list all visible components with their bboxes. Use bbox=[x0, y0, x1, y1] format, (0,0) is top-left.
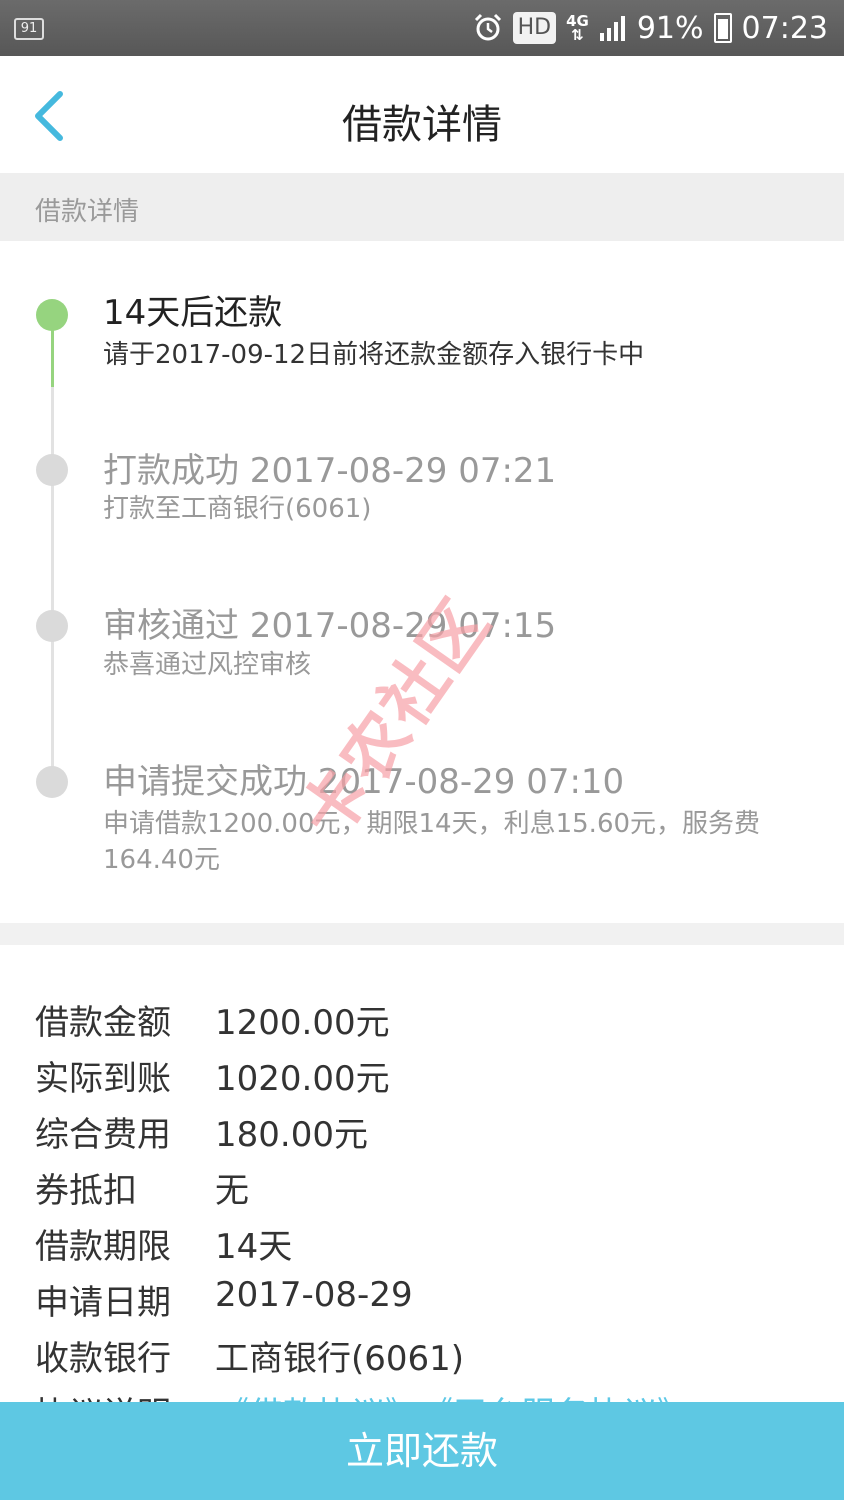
timeline-title: 审核通过 2017-08-29 07:15 bbox=[103, 606, 557, 646]
detail-label: 综合费用 bbox=[35, 1115, 171, 1155]
detail-value: 2017-08-29 bbox=[215, 1275, 413, 1315]
timeline-title: 申请提交成功 2017-08-29 07:10 bbox=[103, 762, 625, 802]
detail-label: 收款银行 bbox=[35, 1339, 171, 1379]
alarm-icon bbox=[474, 13, 501, 41]
timeline-title: 14天后还款 bbox=[103, 293, 283, 333]
repay-now-button[interactable]: 立即还款 bbox=[0, 1402, 844, 1500]
detail-value: 180.00元 bbox=[215, 1115, 368, 1155]
notification-badge: 91 bbox=[14, 18, 44, 40]
section-header: 借款详情 bbox=[0, 173, 844, 241]
timeline-dot-active bbox=[36, 299, 68, 331]
divider bbox=[0, 923, 844, 945]
timeline-dot bbox=[36, 766, 68, 798]
loan-details: 借款金额 1200.00元 实际到账 1020.00元 综合费用 180.00元… bbox=[0, 945, 844, 1402]
timeline-desc: 申请借款1200.00元，期限14天，利息15.60元，服务费164.40元 bbox=[103, 809, 761, 875]
detail-label: 借款期限 bbox=[35, 1227, 171, 1267]
timeline-desc: 请于2017-09-12日前将还款金额存入银行卡中 bbox=[103, 340, 645, 370]
detail-label: 借款金额 bbox=[35, 1003, 171, 1043]
agreement-links[interactable]: 《借款协议》、《平台服务协议》 bbox=[215, 1387, 691, 1402]
signal-icon bbox=[599, 16, 625, 41]
detail-label: 申请日期 bbox=[35, 1283, 171, 1323]
nav-bar: 借款详情 bbox=[0, 56, 844, 173]
detail-value: 无 bbox=[215, 1171, 249, 1211]
timeline-dot bbox=[36, 610, 68, 642]
detail-label: 实际到账 bbox=[35, 1059, 171, 1099]
detail-value: 工商银行(6061) bbox=[215, 1339, 465, 1379]
detail-label: 券抵扣 bbox=[35, 1171, 137, 1211]
hd-badge: HD bbox=[512, 12, 557, 44]
timeline-title: 打款成功 2017-08-29 07:21 bbox=[103, 451, 557, 491]
timeline-dot bbox=[36, 454, 68, 486]
section-header-label: 借款详情 bbox=[35, 197, 140, 227]
detail-value: 1020.00元 bbox=[215, 1059, 390, 1099]
status-bar: 91 HD 4G ⇅ 91% 07:23 bbox=[0, 0, 844, 56]
detail-value: 14天 bbox=[215, 1227, 293, 1267]
page-title: 借款详情 bbox=[342, 102, 502, 148]
detail-label: 协议说明 bbox=[35, 1387, 171, 1402]
loan-timeline: 14天后还款 请于2017-09-12日前将还款金额存入银行卡中 打款成功 20… bbox=[0, 241, 844, 923]
battery-percent: 91% bbox=[636, 10, 704, 46]
clock: 07:23 bbox=[741, 10, 828, 46]
timeline-line bbox=[51, 387, 54, 782]
battery-icon bbox=[713, 13, 732, 43]
detail-value: 1200.00元 bbox=[215, 1003, 390, 1043]
network-4g-icon: 4G ⇅ bbox=[566, 12, 589, 44]
timeline-desc: 打款至工商银行(6061) bbox=[103, 494, 372, 524]
timeline-desc: 恭喜通过风控审核 bbox=[103, 650, 312, 680]
